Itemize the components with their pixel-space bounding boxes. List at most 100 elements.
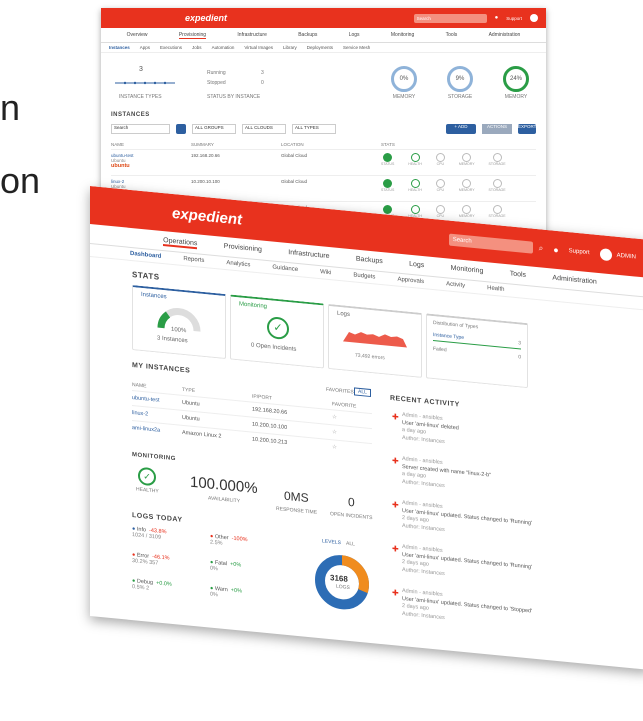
log-stat: ● Error -46.1% 30.2% 357: [132, 552, 170, 568]
top-sparkline: [115, 81, 175, 85]
distribution-item-2-value: 0: [518, 354, 521, 361]
main-subnav-item[interactable]: Approvals: [397, 277, 424, 286]
incidents-label: OPEN INCIDENTS: [330, 511, 373, 522]
top-subnav-item[interactable]: Executions: [160, 45, 182, 50]
top-filter-types[interactable]: ALL TYPES: [292, 124, 336, 134]
response-value: 0MS: [284, 488, 309, 506]
top-row-stat-label: CPU: [436, 214, 445, 218]
top-instance-types-label: INSTANCE TYPES: [119, 94, 162, 100]
slide-text-line-2: on: [0, 160, 41, 201]
star-icon[interactable]: ☆: [332, 429, 372, 439]
main-subnav-item[interactable]: Guidance: [272, 265, 298, 273]
star-icon[interactable]: ☆: [332, 444, 372, 454]
main-nav-item[interactable]: Backups: [356, 256, 383, 268]
main-logo: expedient: [172, 204, 243, 229]
top-row-stats: STATUS HEALTH CPU MEMORY STORAGE: [381, 153, 536, 172]
top-nav-item[interactable]: Provisioning: [178, 32, 207, 39]
main-nav-item[interactable]: Monitoring: [451, 265, 484, 277]
main-nav-item[interactable]: Infrastructure: [288, 249, 329, 262]
main-nav-item[interactable]: Administration: [552, 275, 596, 288]
top-nav-item[interactable]: Backups: [298, 32, 317, 39]
top-add-button[interactable]: + ADD: [446, 124, 476, 134]
main-subnav-item[interactable]: Health: [487, 285, 504, 293]
main-subnav-item[interactable]: Reports: [183, 256, 204, 264]
my-row-name[interactable]: ami-linux2a: [132, 425, 182, 436]
top-subnav-item[interactable]: Apps: [140, 45, 150, 50]
play-icon: [383, 179, 393, 188]
top-nav-item[interactable]: Overview: [127, 32, 148, 39]
main-subnav-item[interactable]: Budgets: [353, 272, 375, 280]
main-subnav-item[interactable]: Dashboard: [130, 251, 161, 260]
my-row-name[interactable]: linux-2: [132, 410, 182, 421]
log-stats: ● Info -43.8% 1024 / 3109 ● Other -100% 2.5% ●…: [132, 526, 282, 620]
top-export-button[interactable]: EXPORT: [518, 124, 536, 134]
top-row-stat: STORAGE: [489, 205, 506, 218]
main-subnav-item[interactable]: Analytics: [226, 260, 250, 268]
log-tab-levels[interactable]: LEVELS: [322, 538, 341, 546]
card-instances[interactable]: Instances 100% 3 Instances: [132, 285, 226, 360]
top-gauge-label: MEMORY: [504, 94, 528, 100]
top-nav-item[interactable]: Tools: [446, 32, 458, 39]
main-bell-icon[interactable]: ●: [553, 245, 558, 256]
incidents-value: 0: [348, 494, 355, 510]
top-nav-item[interactable]: Logs: [349, 32, 360, 39]
top-row-stat: MEMORY: [459, 179, 475, 192]
top-row-stat-label: CPU: [436, 162, 445, 166]
main-nav-item[interactable]: Logs: [409, 261, 424, 271]
top-status-label: STATUS BY INSTANCE: [207, 94, 261, 100]
top-subnav-item[interactable]: Virtual Images: [244, 45, 273, 50]
top-bell-icon[interactable]: ●: [495, 15, 499, 21]
log-tab-all[interactable]: ALL: [346, 541, 355, 548]
top-search-input[interactable]: Search: [413, 13, 487, 23]
top-row-location: Global Cloud: [281, 153, 308, 158]
top-nav-item[interactable]: Infrastructure: [237, 32, 266, 39]
top-subnav-item[interactable]: Service Mesh: [343, 45, 370, 50]
top-row-stat-label: STATUS: [381, 162, 395, 166]
top-subnav-item[interactable]: Instances: [109, 45, 130, 50]
top-row-stat-label: STATUS: [381, 188, 395, 192]
top-col-header: LOCATION: [281, 142, 304, 147]
top-avatar[interactable]: [530, 14, 538, 22]
check-icon: [462, 179, 472, 188]
main-avatar[interactable]: [599, 248, 612, 262]
top-nav-item[interactable]: Monitoring: [391, 32, 414, 39]
top-filter-search[interactable]: Search: [111, 124, 170, 134]
card-monitoring[interactable]: Monitoring ✓ 0 Open Incidents: [230, 294, 324, 369]
main-nav-item[interactable]: Operations: [163, 237, 198, 250]
top-filter-search-button[interactable]: [176, 124, 186, 134]
main-search-input[interactable]: Search: [448, 233, 533, 254]
top-row-stat: STORAGE: [489, 179, 506, 192]
card-distribution[interactable]: Distribution of Types Instance Type 3 Fa…: [426, 313, 528, 389]
main-nav-item[interactable]: Tools: [510, 270, 526, 281]
top-instances-title: INSTANCES: [111, 112, 150, 118]
top-filter-clouds[interactable]: ALL CLOUDS: [242, 124, 286, 134]
my-row-name[interactable]: ubuntu-test: [132, 395, 182, 406]
all-toggle[interactable]: ALL: [354, 387, 371, 398]
top-user[interactable]: Support: [506, 16, 522, 21]
top-row-stat-label: STORAGE: [488, 188, 506, 192]
top-actions-button[interactable]: ACTIONS: [482, 124, 512, 134]
main-user[interactable]: Support: [569, 248, 590, 256]
top-running-label: Running: [207, 70, 226, 76]
top-row-stat-label: HEALTH: [408, 162, 422, 166]
top-col-header: STATS: [381, 142, 395, 147]
main-subnav-item[interactable]: Activity: [446, 281, 465, 289]
top-filter-groups[interactable]: ALL GROUPS: [192, 124, 236, 134]
top-subnav-item[interactable]: Library: [283, 45, 297, 50]
top-nav-item[interactable]: Administration: [489, 32, 521, 39]
card-logs[interactable]: Logs 73,492 errors: [328, 303, 422, 378]
top-subnav-item[interactable]: Automation: [212, 45, 235, 50]
top-col-header: NAME: [111, 142, 125, 147]
star-icon[interactable]: ☆: [332, 414, 372, 424]
top-table-row[interactable]: ubuntu-test Ubuntu ubuntu 192.168.20.66 Glob…: [111, 149, 536, 175]
main-user-menu[interactable]: ADMIN: [617, 253, 636, 261]
favorites-label[interactable]: FAVORITES: [326, 387, 354, 396]
top-subnav-item[interactable]: Jobs: [192, 45, 202, 50]
top-subnav-item[interactable]: Deployments: [307, 45, 333, 50]
main-subnav-item[interactable]: Wiki: [320, 269, 331, 276]
main-search-icon[interactable]: ⌕: [539, 243, 543, 253]
activity-icon: ✚: [392, 500, 399, 510]
top-gauge-ring: 0%: [391, 66, 417, 92]
main-nav-item[interactable]: Provisioning: [224, 243, 262, 256]
check-icon: [435, 153, 445, 162]
